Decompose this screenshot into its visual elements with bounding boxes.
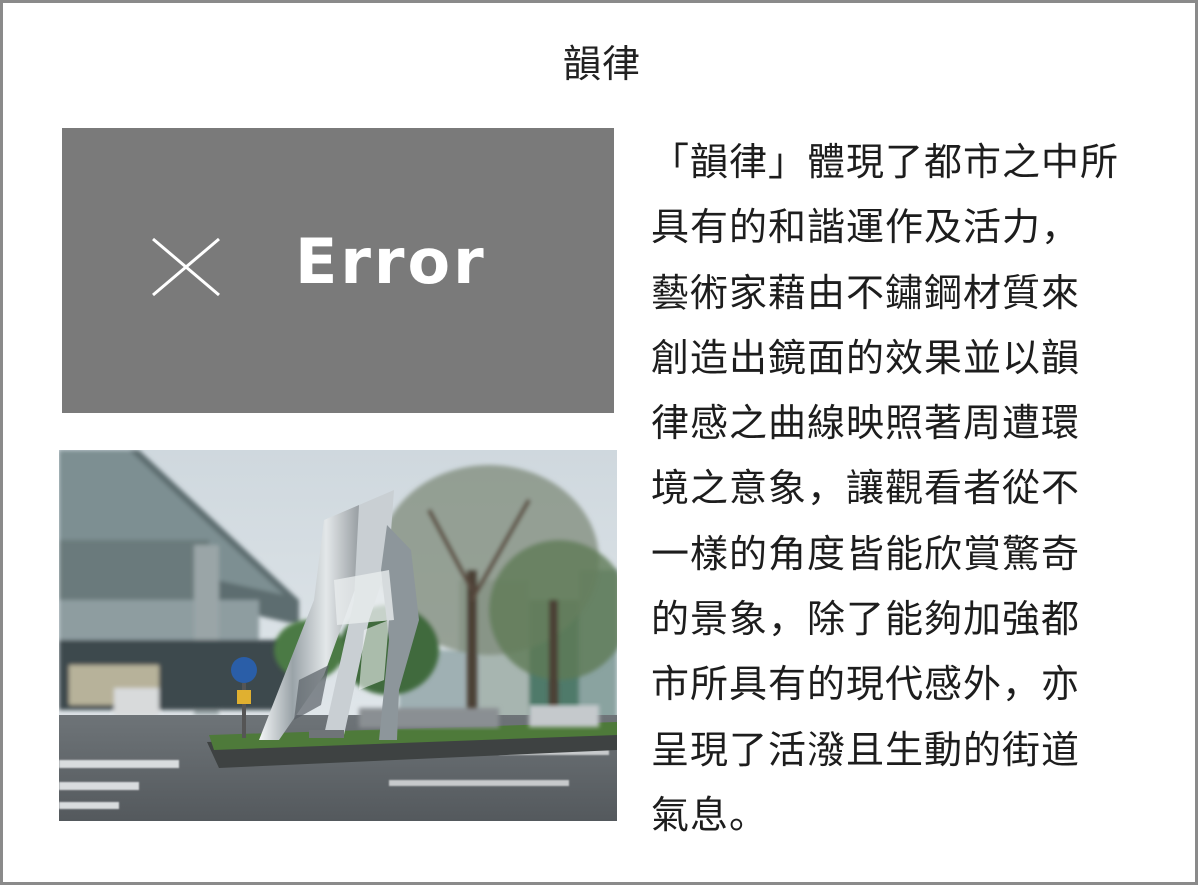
description-line: 藝術家藉由不鏽鋼材質來 — [651, 270, 1081, 315]
description-line: 境之意象，讓觀看者從不 — [651, 466, 1081, 511]
image-error-placeholder: Error — [62, 128, 614, 413]
description-line: 「韻律」體現了都市之中所 — [651, 140, 1120, 184]
description-line: 一樣的角度皆能欣賞驚奇 — [651, 531, 1081, 576]
description-line: 的景象，除了能夠加強都 — [651, 597, 1081, 642]
description-line: 律感之曲線映照著周遭環 — [651, 401, 1081, 446]
sculpture-photo — [59, 450, 617, 821]
close-icon — [152, 237, 220, 297]
description-line: 呈現了活潑且生動的街道 — [651, 727, 1081, 772]
page-title: 韻律 — [562, 42, 641, 86]
error-label: Error — [295, 225, 487, 298]
description-line: 創造出鏡面的效果並以韻 — [651, 335, 1081, 380]
page-frame: 韻律 Error 「韻律」體現了都市之中所 具有的和諧運作及活力， 藝術家藉由不… — [0, 0, 1198, 885]
description-line: 具有的和諧運作及活力， — [651, 205, 1081, 250]
description-line: 市所具有的現代感外，亦 — [651, 662, 1081, 707]
description-text: 「韻律」體現了都市之中所 具有的和諧運作及活力， 藝術家藉由不鏽鋼材質來 創造出… — [651, 130, 1151, 848]
description-line: 氣息。 — [651, 792, 769, 837]
